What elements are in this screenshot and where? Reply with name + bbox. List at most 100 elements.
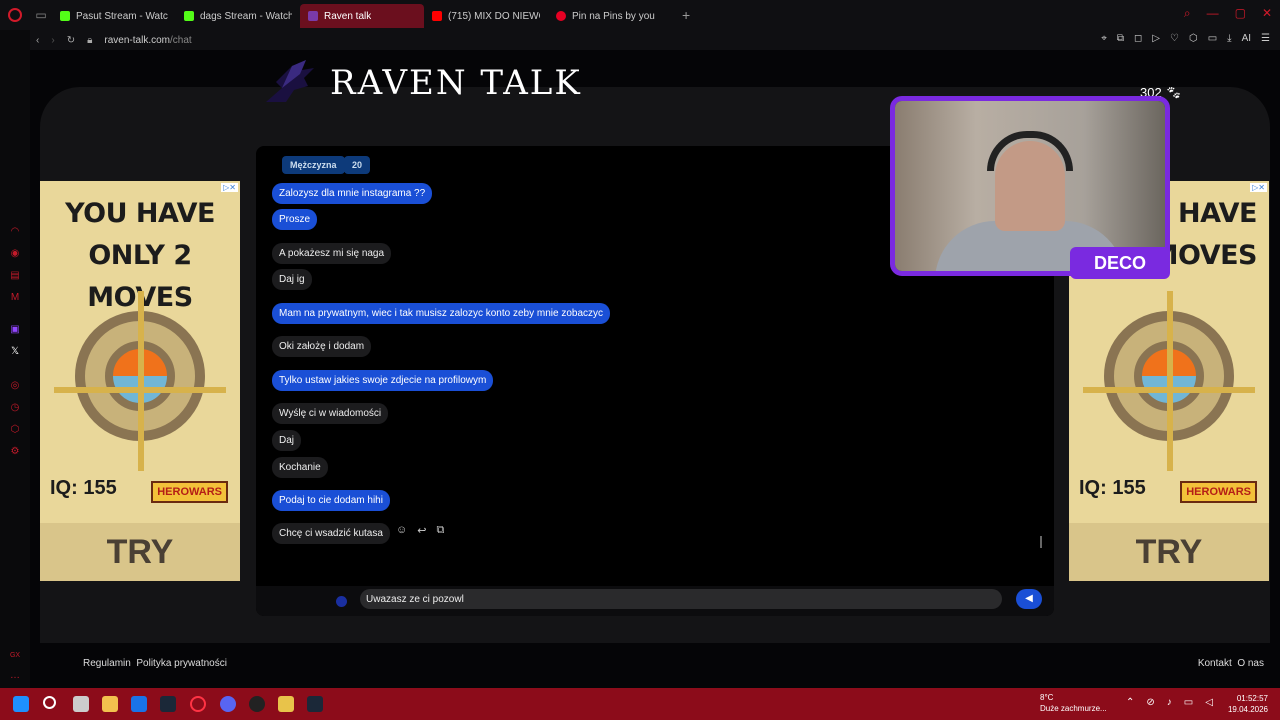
volume-icon[interactable]: ◁ [1205,697,1213,708]
screenshot-icon[interactable]: ⧉ [1117,33,1124,44]
gmail-icon[interactable]: M [9,292,21,304]
messenger-icon[interactable]: ◉ [9,248,21,260]
history-icon[interactable]: ◷ [9,402,21,414]
chat-message[interactable]: Podaj to cie dodam hihi [272,490,390,511]
forward-icon[interactable]: › [51,35,54,46]
aria-ai-button[interactable]: AI [1242,33,1251,44]
streamer-name-label: DECO [1070,247,1170,279]
maximize-icon[interactable]: ▢ [1235,6,1246,21]
chat-message[interactable]: Prosze [272,209,318,230]
adchoices-icon[interactable]: ▷✕ [221,183,238,192]
ad-left[interactable]: ▷✕ YOU HAVE ONLY 2 MOVES IQ: 155 HEROWAR… [40,181,240,581]
about-link[interactable]: O nas [1237,658,1264,669]
opera-menu-icon[interactable] [0,0,30,30]
contact-link[interactable]: Kontakt [1198,658,1232,669]
steam-icon[interactable] [160,696,176,712]
play-icon[interactable]: ▷ [1152,33,1160,44]
chat-scrollbar[interactable] [1040,536,1042,548]
chat-message[interactable]: Wyślę ci w wiadomości [272,403,389,424]
snapshot-icon[interactable]: ◻ [1134,33,1142,44]
chat-message[interactable]: Mam na prywatnym, wiec i tak musisz zalo… [272,303,610,324]
discord-icon[interactable] [220,696,236,712]
steam-icon-2[interactable] [307,696,323,712]
footer-left-links: Regulamin Polityka prywatności [83,658,227,669]
ad-try-button[interactable]: TRY [1069,523,1269,581]
tab-raven-talk[interactable]: Raven talk [300,4,424,28]
extensions-icon[interactable]: ⬡ [1189,33,1198,44]
status-dot-icon [336,596,347,607]
chat-message[interactable]: Daj [272,430,302,451]
web-page: RAVEN TALK 302 🐾︎ ▷✕ YOU HAVE ONLY 2 MOV… [30,50,1280,688]
wallet-icon[interactable]: ▭ [1208,33,1217,44]
outlook-icon[interactable] [131,696,147,712]
regulamin-link[interactable]: Regulamin [83,658,131,669]
back-icon[interactable]: ‹ [36,35,39,46]
weather-temp: 8°C [1040,693,1054,702]
send-button[interactable]: ◀ [1016,589,1042,609]
copy-icon[interactable]: ⧉ [436,524,444,537]
file-explorer-icon[interactable] [102,696,118,712]
chat-input-row: ◀ [256,586,1054,616]
microphone-icon[interactable]: ♪ [1167,697,1172,708]
site-logo[interactable]: RAVEN TALK [262,58,582,108]
gx-icon[interactable]: GX [9,650,21,662]
tab-pinterest[interactable]: Pin na Pins by you [548,4,672,28]
tab-dags-stream[interactable]: dags Stream - Watch Live [176,4,300,28]
url-path: /chat [169,34,192,46]
feed-icon[interactable]: ▤ [9,270,21,282]
emoji-react-icon[interactable]: ☺ [396,524,407,537]
ad-try-button[interactable]: TRY [40,523,240,581]
close-icon[interactable]: ✕ [1262,6,1272,21]
system-tray: ⌃ ⊘ ♪ ▭ ◁ [1126,697,1213,708]
search-icon[interactable]: ⌕ [1184,6,1191,21]
clock-date: 19.04.2026 [1227,705,1268,714]
opera-gx-icon[interactable] [190,696,206,712]
weather-widget[interactable]: 8°C Duże zachmurze... [1040,692,1107,714]
tab-youtube-mix[interactable]: (715) MIX DO NIEWOL [424,4,548,28]
chat-message[interactable]: A pokażesz mi się naga [272,243,392,264]
chat-message[interactable]: Oki założę i dodam [272,336,372,357]
more-icon[interactable]: … [9,670,21,682]
clock[interactable]: 01:52:57 19.04.2026 [1228,693,1268,715]
windows-start-icon[interactable] [13,696,29,712]
ad-pin [138,291,144,471]
adchoices-icon[interactable]: ▷✕ [1250,183,1267,192]
tab-overview-icon[interactable]: ▭ [30,8,52,22]
tab-pasut-stream[interactable]: Pasut Stream - Watch Live [52,4,176,28]
url-domain: raven-talk.com [104,34,170,46]
minimize-icon[interactable]: — [1207,6,1219,21]
heart-icon[interactable]: ♡ [1170,33,1179,44]
twitch-icon[interactable]: ▣ [9,324,21,336]
url-field[interactable]: raven-talk.com/chat [104,35,191,46]
chat-message[interactable]: Daj ig [272,269,312,290]
weather-desc: Duże zachmurze... [1040,704,1107,713]
reload-icon[interactable]: ↻ [67,35,75,46]
ad-iq: IQ: 155 [1079,477,1146,499]
chat-message-input[interactable] [360,589,1002,609]
settings-icon[interactable]: ⚙ [9,446,21,458]
pin-icon[interactable]: ⌖ [1101,33,1107,44]
privacy-link[interactable]: Polityka prywatności [136,658,227,669]
extensions-sidebar-icon[interactable]: ⬡ [9,424,21,436]
chevron-up-icon[interactable]: ⌃ [1126,697,1134,708]
display-icon[interactable]: ▭ [1184,697,1193,708]
network-off-icon[interactable]: ⊘ [1146,697,1154,708]
chat-message[interactable]: Kochanie [272,457,328,478]
chat-message[interactable]: Chcę ci wsadzić kutasa [272,523,390,544]
player-icon[interactable]: ◎ [9,380,21,392]
raven-icon [266,60,314,102]
app-icon[interactable] [278,696,294,712]
reply-icon[interactable]: ↩ [417,524,426,537]
speed-dial-icon[interactable]: ◠ [9,226,21,238]
chat-message[interactable]: Zalozysz dla mnie instagrama ?? [272,183,433,204]
obs-icon[interactable] [249,696,265,712]
download-icon[interactable]: ⤓ [1227,33,1231,44]
lock-icon: 🔒︎ [87,34,93,46]
chat-message[interactable]: Tylko ustaw jakies swoje zdjecie na prof… [272,370,494,391]
search-taskbar-icon[interactable] [43,696,56,709]
new-tab-button[interactable]: + [682,7,690,23]
task-view-icon[interactable] [73,696,89,712]
menu-icon[interactable]: ☰ [1261,33,1270,44]
ai-label: AI [1241,33,1252,44]
x-icon[interactable]: 𝕏 [9,346,21,358]
